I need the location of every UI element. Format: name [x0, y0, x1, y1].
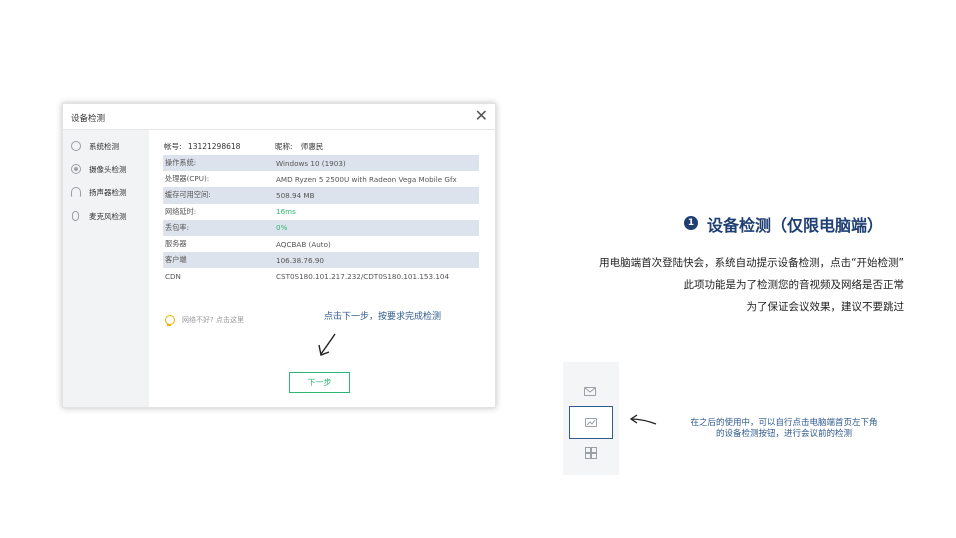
sidebar-item-label: 系统检测	[89, 141, 119, 151]
section-title: 设备检测（仅限电脑端）	[707, 216, 884, 235]
device-check-button[interactable]	[569, 406, 613, 439]
network-help-link[interactable]: 网络不好? 点击这里	[165, 315, 244, 326]
account-info: 帐号: 13121298618	[164, 141, 240, 152]
arrow-left-icon	[629, 414, 657, 425]
row-value: Windows 10 (1903)	[276, 158, 346, 168]
step-number-badge: 1	[684, 216, 698, 230]
next-step-annotation: 点击下一步，按要求完成检测	[324, 312, 442, 322]
dialog-title: 设备检测	[71, 114, 106, 124]
table-row: 客户端 106.38.76.90	[163, 252, 479, 269]
headphones-icon	[71, 187, 81, 197]
row-value: 508.94 MB	[276, 190, 315, 200]
row-key: CDN	[165, 271, 181, 281]
row-value: AMD Ryzen 5 2500U with Radeon Vega Mobil…	[276, 174, 457, 184]
sidebar-item-system-check[interactable]: 系统检测	[71, 139, 119, 153]
description-line-3: 为了保证会议效果，建议不要跳过	[746, 301, 905, 313]
row-value: 16ms	[276, 207, 296, 217]
nickname-info: 昵称: 师惠民	[275, 141, 323, 152]
close-icon[interactable]: ✕	[475, 106, 488, 125]
row-value: AQCBAB (Auto)	[276, 239, 331, 249]
table-row: 处理器(CPU): AMD Ryzen 5 2500U with Radeon …	[163, 171, 479, 187]
device-check-hint: 在之后的使用中，可以自行点击电脑端首页左下角 的设备检测按钮，进行会议前的检测	[660, 418, 908, 440]
row-key: 服务器	[165, 239, 187, 249]
table-row: 缓存可用空间: 508.94 MB	[163, 187, 479, 204]
account-value: 13121298618	[187, 142, 241, 151]
network-help-text: 网络不好? 点击这里	[182, 316, 244, 324]
table-row: 网络延时: 16ms	[163, 204, 479, 220]
hint-line-2: 的设备检测按钮，进行会议前的检测	[715, 429, 852, 439]
sidebar-item-label: 麦克风检测	[89, 211, 127, 221]
camera-icon	[71, 164, 81, 174]
row-value: 0%	[276, 223, 288, 233]
row-key: 客户端	[165, 255, 187, 265]
sidebar-item-speaker-check[interactable]: 扬声器检测	[71, 185, 127, 199]
description-line-1: 用电脑端首次登陆快会，系统自动提示设备检测，点击“开始检测”	[599, 257, 904, 269]
nickname-label: 昵称:	[275, 142, 293, 151]
table-row: 操作系统: Windows 10 (1903)	[163, 155, 479, 172]
row-value: 106.38.76.90	[276, 255, 325, 265]
microphone-icon	[72, 211, 79, 221]
sidebar-item-label: 摄像头检测	[89, 164, 127, 174]
sidebar-item-label: 扬声器检测	[89, 187, 127, 197]
next-step-button[interactable]: 下一步	[289, 372, 350, 393]
row-key: 丢包率:	[165, 222, 189, 232]
row-value: CST0S180.101.217.232/CDT0S180.101.153.10…	[276, 271, 450, 281]
globe-icon	[71, 141, 81, 151]
table-row: CDN CST0S180.101.217.232/CDT0S180.101.15…	[163, 268, 479, 284]
account-label: 帐号:	[164, 142, 182, 151]
hint-line-1: 在之后的使用中，可以自行点击电脑端首页左下角	[690, 418, 878, 428]
table-row: 服务器 AQCBAB (Auto)	[163, 236, 479, 252]
device-check-icon	[585, 418, 597, 427]
arrow-down-icon	[318, 333, 336, 356]
sidebar-item-microphone-check[interactable]: 麦克风检测	[71, 209, 127, 223]
row-key: 网络延时:	[165, 206, 197, 216]
description-line-2: 此项功能是为了检测您的音视频及网络是否正常	[683, 279, 905, 291]
table-row: 丢包率: 0%	[163, 219, 479, 236]
sidebar-item-camera-check[interactable]: 摄像头检测	[71, 162, 127, 176]
system-info-table: 操作系统: Windows 10 (1903) 处理器(CPU): AMD Ry…	[163, 155, 479, 285]
mail-icon[interactable]	[584, 387, 596, 396]
row-key: 操作系统:	[165, 158, 197, 168]
apps-grid-icon[interactable]	[585, 447, 597, 459]
lightbulb-icon	[165, 315, 175, 326]
client-sidebar-preview	[563, 362, 619, 475]
row-key: 处理器(CPU):	[165, 174, 210, 184]
row-key: 缓存可用空间:	[165, 190, 211, 200]
device-check-dialog: 设备检测 ✕ 系统检测 摄像头检测 扬声器检测 麦克风检测 帐号: 131212…	[62, 103, 496, 408]
nickname-value: 师惠民	[300, 142, 324, 151]
sidebar: 系统检测 摄像头检测 扬声器检测 麦克风检测	[63, 130, 149, 407]
